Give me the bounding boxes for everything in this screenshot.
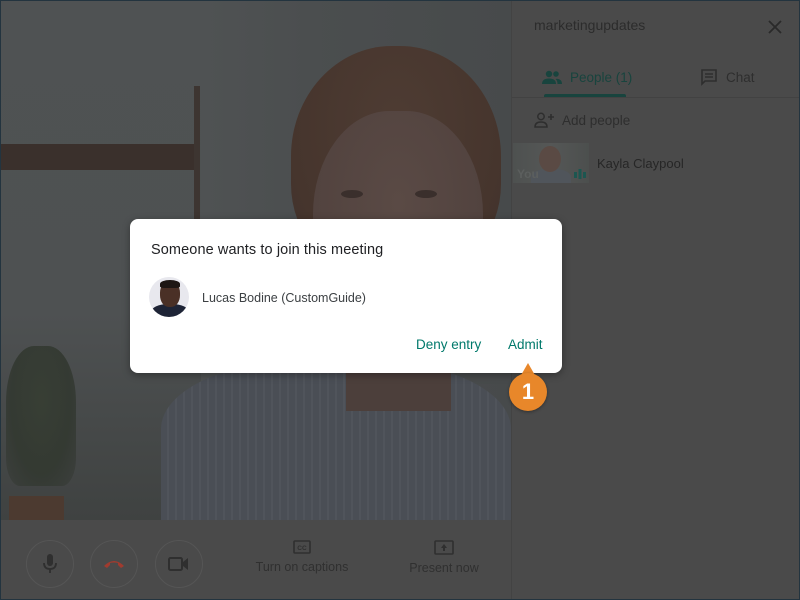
tab-people[interactable]: People (1) xyxy=(542,57,632,97)
present-now-label: Present now xyxy=(409,561,479,575)
tab-chat[interactable]: Chat xyxy=(700,57,755,97)
add-person-icon xyxy=(534,112,554,128)
svg-text:CC: CC xyxy=(297,545,307,552)
participant-video-thumbnail: You xyxy=(513,143,589,183)
sidebar-tabs: People (1) Chat xyxy=(512,57,799,98)
video-shelf xyxy=(1,144,196,170)
camera-button[interactable] xyxy=(155,540,203,588)
hang-up-icon xyxy=(104,561,124,568)
video-person-shirt xyxy=(161,361,511,520)
app-window: CC Turn on captions Present now marketin… xyxy=(0,0,800,600)
audio-level-icon xyxy=(574,169,586,179)
people-icon xyxy=(542,70,562,84)
chat-icon xyxy=(701,69,717,86)
requester-avatar xyxy=(149,277,189,317)
camera-icon xyxy=(168,557,188,571)
present-now-button[interactable]: Present now xyxy=(404,540,484,575)
add-people-label: Add people xyxy=(562,112,631,128)
meeting-name: marketingupdates xyxy=(534,17,646,33)
dialog-title: Someone wants to join this meeting xyxy=(151,242,384,258)
deny-entry-button[interactable]: Deny entry xyxy=(416,337,481,352)
close-sidebar-button[interactable] xyxy=(765,17,785,37)
participant-name: Kayla Claypool xyxy=(597,156,684,171)
captions-button[interactable]: CC Turn on captions xyxy=(254,540,350,574)
closed-captions-icon: CC xyxy=(293,540,311,554)
tab-people-label: People (1) xyxy=(570,69,633,85)
video-person-eye xyxy=(341,190,363,198)
microphone-button[interactable] xyxy=(26,540,74,588)
present-screen-icon xyxy=(434,540,454,555)
join-request-dialog: Someone wants to join this meeting Lucas… xyxy=(130,219,562,373)
microphone-icon xyxy=(43,554,57,573)
admit-button[interactable]: Admit xyxy=(508,337,543,352)
participant-list-item[interactable]: You Kayla Claypool xyxy=(512,143,799,183)
add-people-button[interactable]: Add people xyxy=(534,109,630,131)
call-controls-bar: CC Turn on captions Present now xyxy=(1,520,511,599)
video-person-eye xyxy=(415,190,437,198)
thumbnail-person-face xyxy=(539,146,561,172)
requester-name: Lucas Bodine (CustomGuide) xyxy=(202,291,366,305)
avatar-hair xyxy=(160,280,180,288)
video-plant xyxy=(6,346,76,486)
captions-label: Turn on captions xyxy=(255,560,349,574)
thumbnail-you-label: You xyxy=(517,167,539,181)
close-icon xyxy=(768,20,782,34)
callout-badge: 1 xyxy=(509,373,547,411)
video-pot xyxy=(9,496,64,520)
step-callout: 1 xyxy=(509,363,547,411)
video-shelf-post xyxy=(194,86,200,226)
hang-up-button[interactable] xyxy=(90,540,138,588)
active-tab-indicator xyxy=(544,94,626,97)
tab-chat-label: Chat xyxy=(726,69,755,85)
